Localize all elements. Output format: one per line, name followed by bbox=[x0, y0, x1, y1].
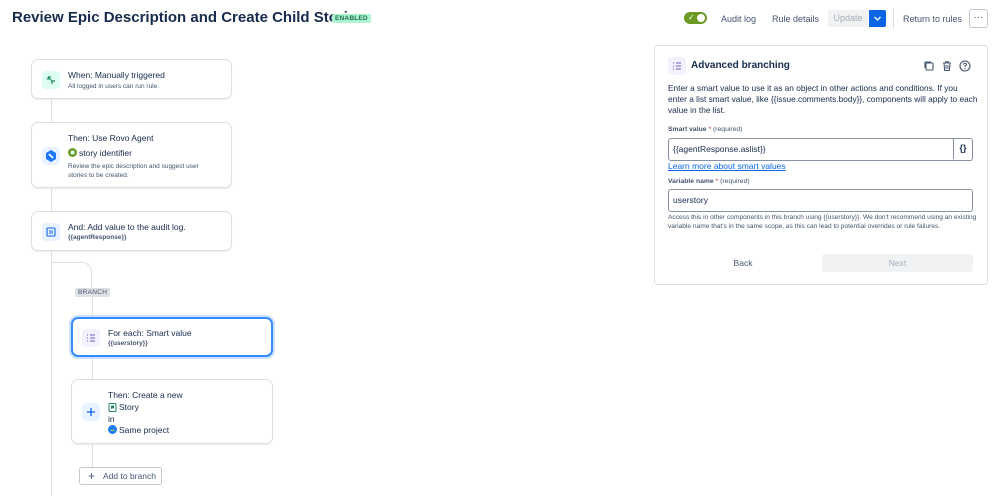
learn-more-link[interactable]: Learn more about smart values bbox=[668, 161, 786, 171]
smart-value-input[interactable]: {{agentResponse.aslist}} bbox=[668, 138, 973, 161]
for-each-value: {{userstory}} bbox=[108, 340, 148, 347]
plus-icon bbox=[82, 403, 100, 421]
smart-value-picker-button[interactable]: {} bbox=[953, 138, 972, 159]
project-label: Same project bbox=[119, 425, 170, 435]
chevron-down-icon bbox=[874, 16, 881, 21]
rule-details-button[interactable]: Rule details bbox=[772, 10, 819, 28]
panel-description: Enter a smart value to use it as an obje… bbox=[668, 83, 978, 115]
delete-icon[interactable] bbox=[940, 59, 954, 73]
audit-log-button[interactable]: Audit log bbox=[721, 10, 756, 28]
plus-icon: + bbox=[88, 469, 96, 483]
list-icon bbox=[668, 57, 686, 75]
audit-log-icon bbox=[42, 223, 60, 241]
variable-name-label: Variable name * (required) bbox=[668, 178, 750, 185]
create-issue-card[interactable]: Then: Create a new Story in Same project bbox=[71, 379, 273, 444]
branch-connector-line bbox=[92, 444, 93, 468]
advanced-branching-panel: Advanced branching Enter a smart value t… bbox=[654, 45, 988, 285]
page-title: Review Epic Description and Create Child… bbox=[12, 9, 365, 26]
audit-log-title: And: Add value to the audit log. bbox=[68, 222, 186, 232]
rovo-agent-name: story identifier bbox=[79, 148, 132, 158]
rovo-agent-card[interactable]: Then: Use Rovo Agent story identifier Re… bbox=[31, 122, 232, 188]
more-actions-button[interactable]: ··· bbox=[969, 9, 988, 28]
create-issue-title: Then: Create a new bbox=[108, 390, 183, 400]
trigger-title: When: Manually triggered bbox=[68, 70, 165, 80]
rovo-agent-icon bbox=[42, 147, 60, 165]
status-badge: ENABLED bbox=[332, 14, 371, 23]
audit-log-value: {{agentResponse}} bbox=[68, 234, 127, 241]
trigger-subtitle: All logged in users can run rule. bbox=[68, 83, 160, 90]
panel-title: Advanced branching bbox=[691, 60, 790, 71]
audit-log-card[interactable]: And: Add value to the audit log. {{agent… bbox=[31, 211, 232, 251]
variable-name-helper-text: Access this in other components in this … bbox=[668, 214, 977, 230]
duplicate-icon[interactable] bbox=[922, 59, 936, 73]
smart-value-label: Smart value * (required) bbox=[668, 126, 743, 133]
add-to-branch-button[interactable]: + Add to branch bbox=[79, 467, 162, 485]
variable-name-input[interactable]: userstory bbox=[668, 189, 973, 212]
story-icon bbox=[108, 403, 117, 412]
back-button[interactable]: Back bbox=[668, 254, 818, 272]
update-dropdown-button[interactable] bbox=[869, 10, 886, 27]
update-button[interactable]: Update bbox=[828, 10, 868, 27]
header-divider bbox=[893, 9, 894, 29]
rovo-agent-title: Then: Use Rovo Agent bbox=[68, 133, 154, 143]
agent-avatar-icon bbox=[68, 148, 77, 157]
toggle-knob bbox=[697, 14, 705, 22]
trigger-icon bbox=[42, 71, 60, 89]
create-in-label: in bbox=[108, 414, 115, 424]
check-icon: ✓ bbox=[688, 13, 695, 22]
project-icon bbox=[108, 425, 117, 434]
for-each-card[interactable]: For each: Smart value {{userstory}} bbox=[71, 317, 273, 357]
branch-connector-line bbox=[92, 357, 93, 380]
issue-type-label: Story bbox=[119, 402, 139, 412]
help-icon[interactable] bbox=[958, 59, 972, 73]
header-bar: Review Epic Description and Create Child… bbox=[0, 0, 999, 38]
list-icon bbox=[82, 329, 100, 347]
return-to-rules-button[interactable]: Return to rules bbox=[903, 10, 962, 28]
rovo-agent-subtitle-line1: Review the epic description and suggest … bbox=[68, 163, 199, 170]
branch-label: BRANCH bbox=[75, 288, 111, 297]
next-button[interactable]: Next bbox=[822, 254, 973, 272]
for-each-title: For each: Smart value bbox=[108, 328, 192, 338]
trigger-card[interactable]: When: Manually triggered All logged in u… bbox=[31, 59, 232, 99]
rovo-agent-subtitle-line2: stories to be created. bbox=[68, 172, 129, 179]
add-to-branch-label: Add to branch bbox=[103, 471, 156, 481]
rule-enabled-toggle[interactable]: ✓ bbox=[684, 12, 707, 24]
